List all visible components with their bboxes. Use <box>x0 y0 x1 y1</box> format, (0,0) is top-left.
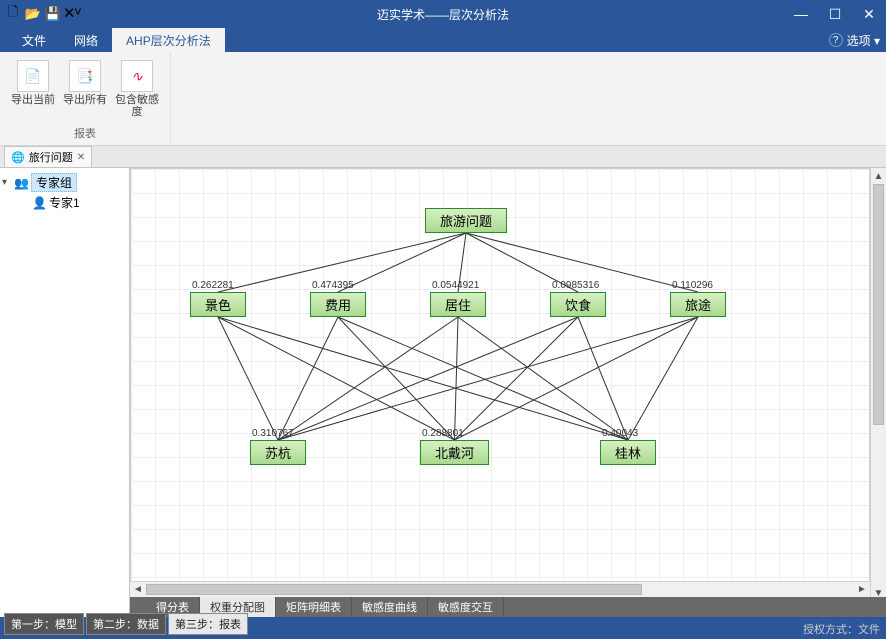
weight-criteria-0: 0.262281 <box>192 280 234 291</box>
options-menu[interactable]: ? 选项 ▾ <box>829 28 880 52</box>
step-2-data[interactable]: 第二步：数据 <box>86 613 166 635</box>
title-bar: 🗋 📂 💾 🗙˅ 迈实学术——层次分析法 — ☐ ✕ <box>0 0 886 28</box>
new-icon[interactable]: 🗋 <box>4 5 22 23</box>
sensitivity-icon: ∿ <box>121 60 153 92</box>
quick-access-toolbar: 🗋 📂 💾 🗙˅ <box>4 5 82 23</box>
user-icon: 👤 <box>32 196 47 210</box>
ribbon-tabs: 文件 网络 AHP层次分析法 ? 选项 ▾ <box>0 28 886 52</box>
open-icon[interactable]: 📂 <box>24 5 42 23</box>
weight-alt-2: 0.40043 <box>602 428 638 439</box>
weight-alt-1: 0.288801 <box>422 428 464 439</box>
export-current-icon: 📄 <box>17 60 49 92</box>
weight-criteria-3: 0.0985316 <box>552 280 599 291</box>
scroll-track-v[interactable] <box>871 184 886 585</box>
node-alt-0[interactable]: 苏杭 <box>250 440 306 465</box>
window-buttons: — ☐ ✕ <box>784 0 886 28</box>
close-icon[interactable]: 🗙˅ <box>64 5 82 23</box>
node-criteria-4[interactable]: 旅途 <box>670 292 726 317</box>
ribbon-group-report: 📄 导出当前 📑 导出所有 ∿ 包含敏感度 报表 <box>0 52 171 145</box>
scroll-track-h[interactable] <box>146 582 854 597</box>
document-tab-travel[interactable]: 🌐 旅行问题 ✕ <box>4 146 92 167</box>
tab-matrix[interactable]: 矩阵明细表 <box>276 597 352 617</box>
minimize-button[interactable]: — <box>784 0 818 28</box>
tab-sensitivity-interactive[interactable]: 敏感度交互 <box>428 597 504 617</box>
scroll-thumb-h[interactable] <box>146 584 642 595</box>
export-all-icon: 📑 <box>69 60 101 92</box>
tab-ahp-method[interactable]: AHP层次分析法 <box>112 28 225 52</box>
step-1-model[interactable]: 第一步：模型 <box>4 613 84 635</box>
node-alt-2[interactable]: 桂林 <box>600 440 656 465</box>
tab-network[interactable]: 网络 <box>60 28 112 52</box>
group-icon: 👥 <box>14 176 29 190</box>
tree-root-expert-group[interactable]: ▾ 👥 专家组 <box>2 172 127 193</box>
step-tabs: 第一步：模型 第二步：数据 第三步：报表 <box>4 613 248 635</box>
vertical-scrollbar[interactable]: ▲ ▼ <box>870 168 886 601</box>
tree-root-label: 专家组 <box>31 173 77 192</box>
horizontal-scrollbar[interactable]: ◄ ► <box>130 581 870 597</box>
status-bar: 授权方式：文件 <box>803 621 880 637</box>
ribbon-group-label: 报表 <box>8 125 162 141</box>
help-icon[interactable]: ? <box>829 33 843 47</box>
weight-alt-0: 0.310767 <box>252 428 294 439</box>
options-label[interactable]: 选项 ▾ <box>847 32 880 49</box>
expert-tree[interactable]: ▾ 👥 专家组 👤 专家1 <box>0 168 130 617</box>
doc-tab-icon: 🌐 <box>11 151 25 164</box>
document-tabs: 🌐 旅行问题 ✕ <box>0 146 886 168</box>
sensitivity-label: 包含敏感度 <box>112 94 162 118</box>
canvas-content[interactable]: 旅游问题 0.262281 景色 0.474395 费用 0.0544921 居… <box>130 168 870 581</box>
node-criteria-1[interactable]: 费用 <box>310 292 366 317</box>
export-current-label: 导出当前 <box>11 94 55 106</box>
step-3-report[interactable]: 第三步：报表 <box>168 613 248 635</box>
scroll-up-icon[interactable]: ▲ <box>871 168 886 184</box>
export-all-label: 导出所有 <box>63 94 107 106</box>
work-area: ▾ 👥 专家组 👤 专家1 旅游问题 0.262281 景色 0.474395 … <box>0 168 886 617</box>
weight-criteria-2: 0.0544921 <box>432 280 479 291</box>
canvas-wrap: 旅游问题 0.262281 景色 0.474395 费用 0.0544921 居… <box>130 168 886 617</box>
scroll-thumb-v[interactable] <box>873 184 884 425</box>
app-title: 迈实学术——层次分析法 <box>377 6 509 23</box>
ribbon: 📄 导出当前 📑 导出所有 ∿ 包含敏感度 报表 <box>0 52 886 146</box>
save-icon[interactable]: 💾 <box>44 5 62 23</box>
tab-file[interactable]: 文件 <box>8 28 60 52</box>
tree-child-expert1[interactable]: 👤 专家1 <box>2 193 127 212</box>
scroll-left-icon[interactable]: ◄ <box>130 582 146 597</box>
doc-tab-label: 旅行问题 <box>29 149 73 165</box>
include-sensitivity-button[interactable]: ∿ 包含敏感度 <box>112 56 162 121</box>
tab-sensitivity-curve[interactable]: 敏感度曲线 <box>352 597 428 617</box>
export-current-button[interactable]: 📄 导出当前 <box>8 56 58 121</box>
node-alt-1[interactable]: 北戴河 <box>420 440 489 465</box>
node-criteria-2[interactable]: 居住 <box>430 292 486 317</box>
tree-twisty-icon[interactable]: ▾ <box>2 177 12 188</box>
maximize-button[interactable]: ☐ <box>818 0 852 28</box>
weight-criteria-1: 0.474395 <box>312 280 354 291</box>
close-window-button[interactable]: ✕ <box>852 0 886 28</box>
export-all-button[interactable]: 📑 导出所有 <box>60 56 110 121</box>
tree-child-label: 专家1 <box>49 194 80 211</box>
scroll-right-icon[interactable]: ► <box>854 582 870 597</box>
weight-criteria-4: 0.110296 <box>672 280 713 291</box>
node-goal[interactable]: 旅游问题 <box>425 208 507 233</box>
node-criteria-3[interactable]: 饮食 <box>550 292 606 317</box>
doc-tab-close-icon[interactable]: ✕ <box>77 152 85 163</box>
node-criteria-0[interactable]: 景色 <box>190 292 246 317</box>
